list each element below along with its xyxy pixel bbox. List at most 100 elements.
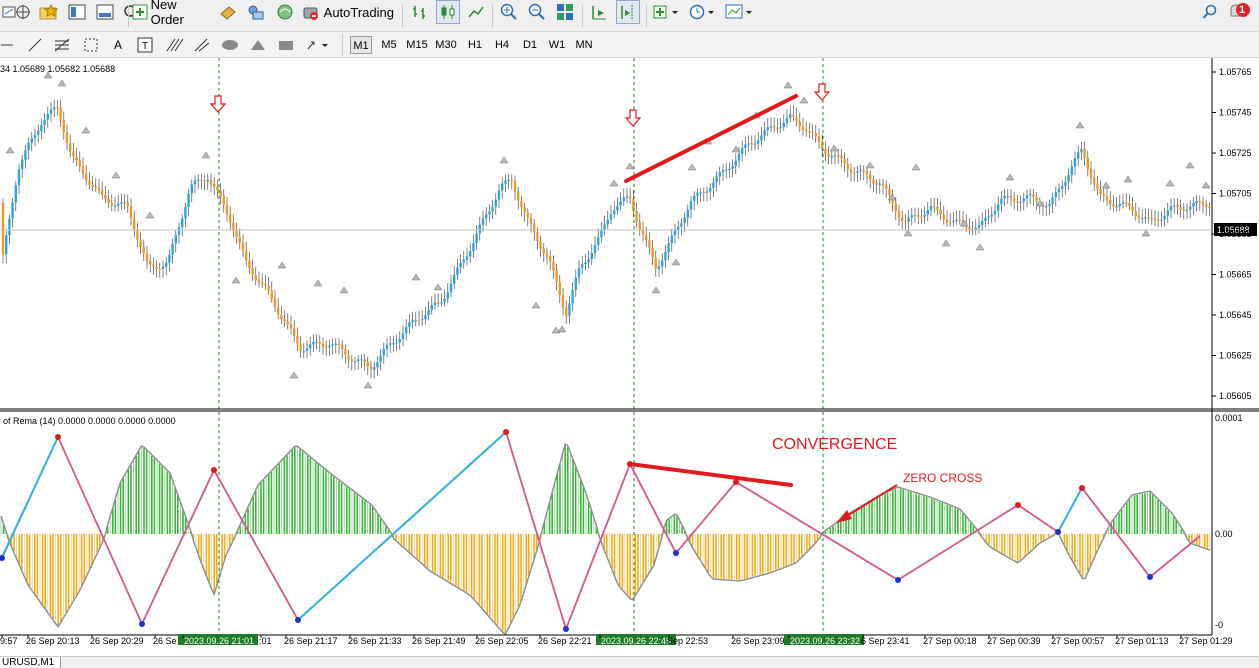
favorites-folder-icon[interactable] [38, 0, 60, 24]
tile-windows-icon[interactable] [554, 0, 576, 24]
timeframe-m15[interactable]: M15 [404, 36, 430, 54]
gann-icon[interactable] [164, 33, 184, 57]
candle-body [1089, 169, 1093, 178]
candle-body [101, 190, 104, 195]
arrows-dropdown[interactable] [304, 33, 332, 57]
candle-body [78, 160, 81, 167]
candle-body [840, 155, 843, 159]
candle-body [984, 217, 987, 221]
candle-body [635, 211, 638, 222]
candle-body [709, 188, 712, 192]
fractal-arrow [57, 79, 67, 87]
candle-body [657, 266, 661, 270]
candle-body [715, 176, 718, 183]
candle-body [686, 209, 689, 218]
candle-body [49, 109, 53, 115]
candle-body [40, 125, 43, 132]
candle-body [456, 267, 459, 275]
candle-body [993, 210, 997, 215]
market-icon[interactable] [274, 0, 296, 24]
new-order-icon [132, 4, 148, 20]
text-label-icon[interactable]: T [136, 33, 154, 57]
pitchfork-icon[interactable] [192, 33, 212, 57]
timeframe-m5[interactable]: M5 [378, 36, 400, 54]
market-watch-icon[interactable] [218, 0, 238, 24]
candle-body [718, 172, 721, 177]
candle-body [558, 282, 561, 296]
candle-body [513, 180, 517, 192]
candle-body [910, 215, 913, 218]
fibonacci-icon[interactable] [52, 33, 72, 57]
symbol-tab[interactable]: URUSD,M1 [0, 657, 62, 668]
horizontal-line-icon[interactable] [0, 33, 14, 57]
autotrading-button[interactable]: AutoTrading [302, 0, 394, 24]
candle-body [443, 298, 446, 303]
candle-body [721, 170, 725, 173]
time-tick-label: 26 Se [153, 636, 177, 646]
zoom-out-icon[interactable] [526, 0, 548, 24]
crosshair-profile-icon[interactable] [14, 0, 32, 24]
text-icon[interactable]: A [110, 33, 126, 57]
templates-dropdown[interactable] [724, 0, 756, 24]
candle-body [373, 367, 376, 370]
candle-body [661, 260, 664, 267]
line-chart-icon[interactable] [466, 0, 486, 24]
candle-body [376, 362, 379, 368]
equidistant-channel-icon[interactable] [82, 33, 100, 57]
indicator-tick-label: 0.0001 [1215, 413, 1243, 423]
candlestick-chart-icon[interactable] [436, 0, 460, 24]
fractal-arrow [1141, 229, 1151, 237]
zigzag-trough-dot [1055, 529, 1061, 535]
chart-shift-icon[interactable] [616, 0, 640, 24]
candle-body [1176, 205, 1179, 208]
candle-body [37, 131, 40, 135]
timeframe-d1[interactable]: D1 [519, 36, 541, 54]
triangle-icon[interactable] [248, 33, 268, 57]
timeframe-m30[interactable]: M30 [434, 36, 458, 54]
timeframe-m1[interactable]: M1 [350, 36, 372, 54]
chart-window[interactable]: 1.05688 1.057651.057451.057251.057051.05… [0, 58, 1259, 656]
candle-body [907, 217, 910, 222]
candle-body [552, 261, 555, 271]
candle-body [939, 209, 942, 215]
navigator-icon[interactable] [66, 0, 88, 24]
ellipse-icon[interactable] [220, 33, 240, 57]
candle-body [1006, 195, 1009, 198]
notifications-icon[interactable]: 1 [1226, 0, 1252, 24]
rectangle-icon[interactable] [276, 33, 296, 57]
periods-dropdown[interactable] [688, 0, 718, 24]
candle-body [987, 216, 990, 218]
timeframe-h4[interactable]: H4 [491, 36, 513, 54]
search-icon[interactable] [1200, 0, 1220, 24]
candle-body [405, 327, 408, 334]
candle-body [433, 302, 437, 306]
timeframe-h1[interactable]: H1 [464, 36, 486, 54]
new-order-button[interactable]: New Order [132, 0, 212, 27]
time-tick-label: 26 Sep 20:29 [90, 636, 144, 646]
terminal-icon[interactable] [94, 0, 116, 24]
signals-icon[interactable] [246, 0, 266, 24]
trendline-icon[interactable] [26, 33, 44, 57]
bar-chart-icon[interactable] [410, 0, 430, 24]
indicators-dropdown[interactable] [652, 0, 682, 24]
candle-body [760, 135, 763, 141]
fractal-arrow [145, 211, 155, 219]
candle-body [437, 302, 440, 304]
timeframe-w1[interactable]: W1 [546, 36, 568, 54]
timeframe-mn[interactable]: MN [573, 36, 595, 54]
candle-body [1096, 183, 1099, 190]
zoom-in-icon[interactable] [498, 0, 520, 24]
candle-body [309, 344, 312, 349]
fractal-arrow [81, 126, 91, 134]
candle-body [785, 118, 789, 124]
candle-body [366, 361, 369, 367]
auto-scroll-icon[interactable] [588, 0, 610, 24]
zero-cross-arrowhead [836, 510, 852, 523]
price-tick-label: 1.05625 [1219, 351, 1252, 361]
candle-body [696, 192, 699, 196]
candle-body [629, 196, 632, 199]
candle-body [299, 344, 302, 352]
candle-body [481, 218, 485, 225]
candle-body [945, 219, 949, 223]
fractal-arrow [499, 156, 509, 164]
